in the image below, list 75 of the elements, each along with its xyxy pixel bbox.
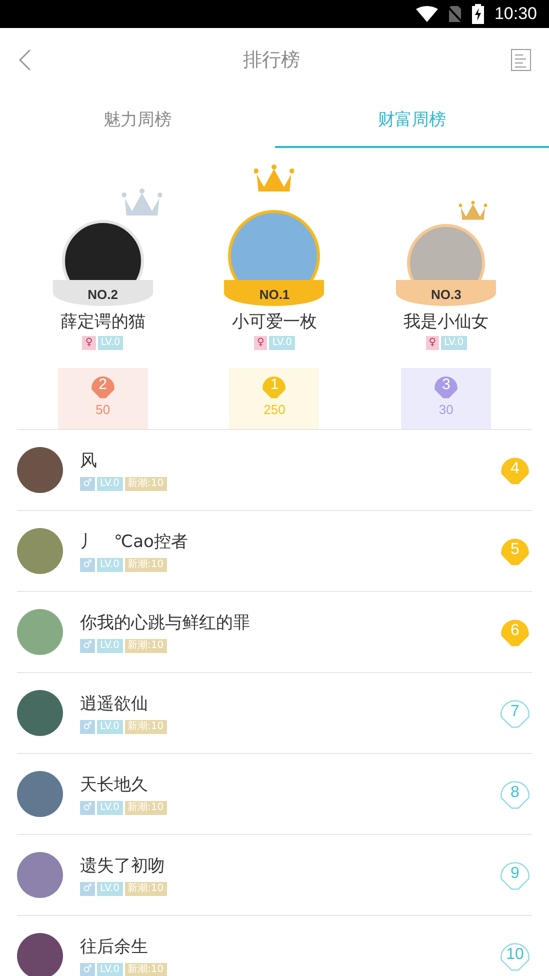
gender-badge: ♀ bbox=[426, 336, 440, 350]
gender-badge: ♂ bbox=[80, 477, 95, 491]
document-icon[interactable] bbox=[511, 49, 531, 71]
avatar-photo-placeholder bbox=[17, 528, 63, 574]
level-badge: LV.0 bbox=[269, 336, 295, 350]
user-name: 天长地久 bbox=[80, 774, 149, 796]
tab[interactable]: 财富周榜 bbox=[274, 92, 549, 148]
tag-badge: 新潮:10 bbox=[124, 477, 167, 491]
tag-badge: 新潮:10 bbox=[124, 963, 167, 976]
battery-charging-icon bbox=[472, 4, 484, 24]
gender-badge: ♂ bbox=[80, 558, 95, 572]
level-badge: LV.0 bbox=[96, 801, 123, 815]
level-badge: LV.0 bbox=[96, 477, 123, 491]
user-name: 我是小仙女 bbox=[404, 310, 489, 333]
avatar-photo-placeholder bbox=[17, 771, 63, 817]
user-name: 逍遥欲仙 bbox=[80, 693, 149, 715]
tag-badge: 新潮:10 bbox=[124, 720, 167, 734]
level-badge: LV.0 bbox=[96, 963, 123, 976]
rank-number: 8 bbox=[510, 784, 520, 801]
score-value: 250 bbox=[264, 402, 286, 417]
wifi-icon bbox=[416, 6, 438, 22]
user-name: 你我的心跳与鲜红的罪 bbox=[80, 612, 251, 634]
user-name: 丿 ℃ao控者 bbox=[80, 531, 189, 553]
level-badge: LV.0 bbox=[96, 639, 123, 653]
avatar-photo-placeholder bbox=[17, 933, 63, 976]
shell-outline-icon bbox=[498, 940, 532, 972]
gender-badge: ♂ bbox=[80, 639, 95, 653]
rank-number: 2 bbox=[98, 376, 107, 393]
avatar-photo-placeholder bbox=[17, 447, 63, 493]
rank-number: 6 bbox=[510, 622, 520, 639]
user-name: 往后余生 bbox=[80, 936, 149, 958]
shell-outline-icon bbox=[498, 778, 532, 810]
score-value: 50 bbox=[96, 402, 110, 417]
rank-ribbon: NO.1 bbox=[224, 280, 324, 306]
avatar-photo-placeholder bbox=[17, 852, 63, 898]
gender-badge: ♀ bbox=[254, 336, 268, 350]
tab[interactable]: 魅力周榜 bbox=[0, 92, 274, 148]
gender-badge: ♂ bbox=[80, 963, 95, 976]
avatar-photo-placeholder bbox=[17, 690, 63, 736]
level-badge: LV.0 bbox=[96, 558, 123, 572]
user-name: 小可爱一枚 bbox=[232, 310, 317, 333]
rank-number: 4 bbox=[510, 460, 520, 477]
user-name: 遗失了初吻 bbox=[80, 855, 166, 877]
tag-badge: 新潮:10 bbox=[124, 801, 167, 815]
no-sim-icon bbox=[448, 5, 462, 23]
rank-ribbon: NO.3 bbox=[396, 280, 496, 306]
gender-badge: ♀ bbox=[82, 336, 96, 350]
rank-number: 9 bbox=[510, 865, 520, 882]
user-name: 风 bbox=[80, 450, 98, 472]
level-badge: LV.0 bbox=[96, 882, 123, 896]
shell-outline-icon bbox=[498, 698, 532, 728]
rank-number: 7 bbox=[510, 703, 520, 720]
crown-icon bbox=[122, 188, 162, 218]
page-title: 排行榜 bbox=[243, 48, 300, 73]
user-name: 薛定谔的猫 bbox=[60, 310, 146, 333]
score-value: 30 bbox=[438, 402, 454, 417]
back-icon[interactable] bbox=[18, 49, 32, 71]
tag-badge: 新潮:10 bbox=[124, 558, 167, 572]
gender-badge: ♂ bbox=[80, 720, 95, 734]
level-badge: LV.0 bbox=[96, 720, 123, 734]
rank-number: 5 bbox=[510, 541, 520, 558]
gender-badge: ♂ bbox=[80, 882, 95, 896]
rank-number: 3 bbox=[442, 376, 450, 393]
status-time: 10:30 bbox=[494, 4, 537, 24]
rank-ribbon: NO.2 bbox=[52, 280, 153, 306]
rank-number: 1 bbox=[270, 376, 279, 393]
crown-icon bbox=[459, 200, 488, 222]
shell-outline-icon bbox=[498, 860, 532, 890]
level-badge: LV.0 bbox=[98, 336, 124, 350]
avatar-photo-placeholder bbox=[17, 609, 63, 655]
tag-badge: 新潮:10 bbox=[124, 639, 167, 653]
level-badge: LV.0 bbox=[441, 336, 467, 350]
rank-number: 10 bbox=[506, 946, 524, 963]
tag-badge: 新潮:10 bbox=[124, 882, 167, 896]
gender-badge: ♂ bbox=[80, 801, 95, 815]
